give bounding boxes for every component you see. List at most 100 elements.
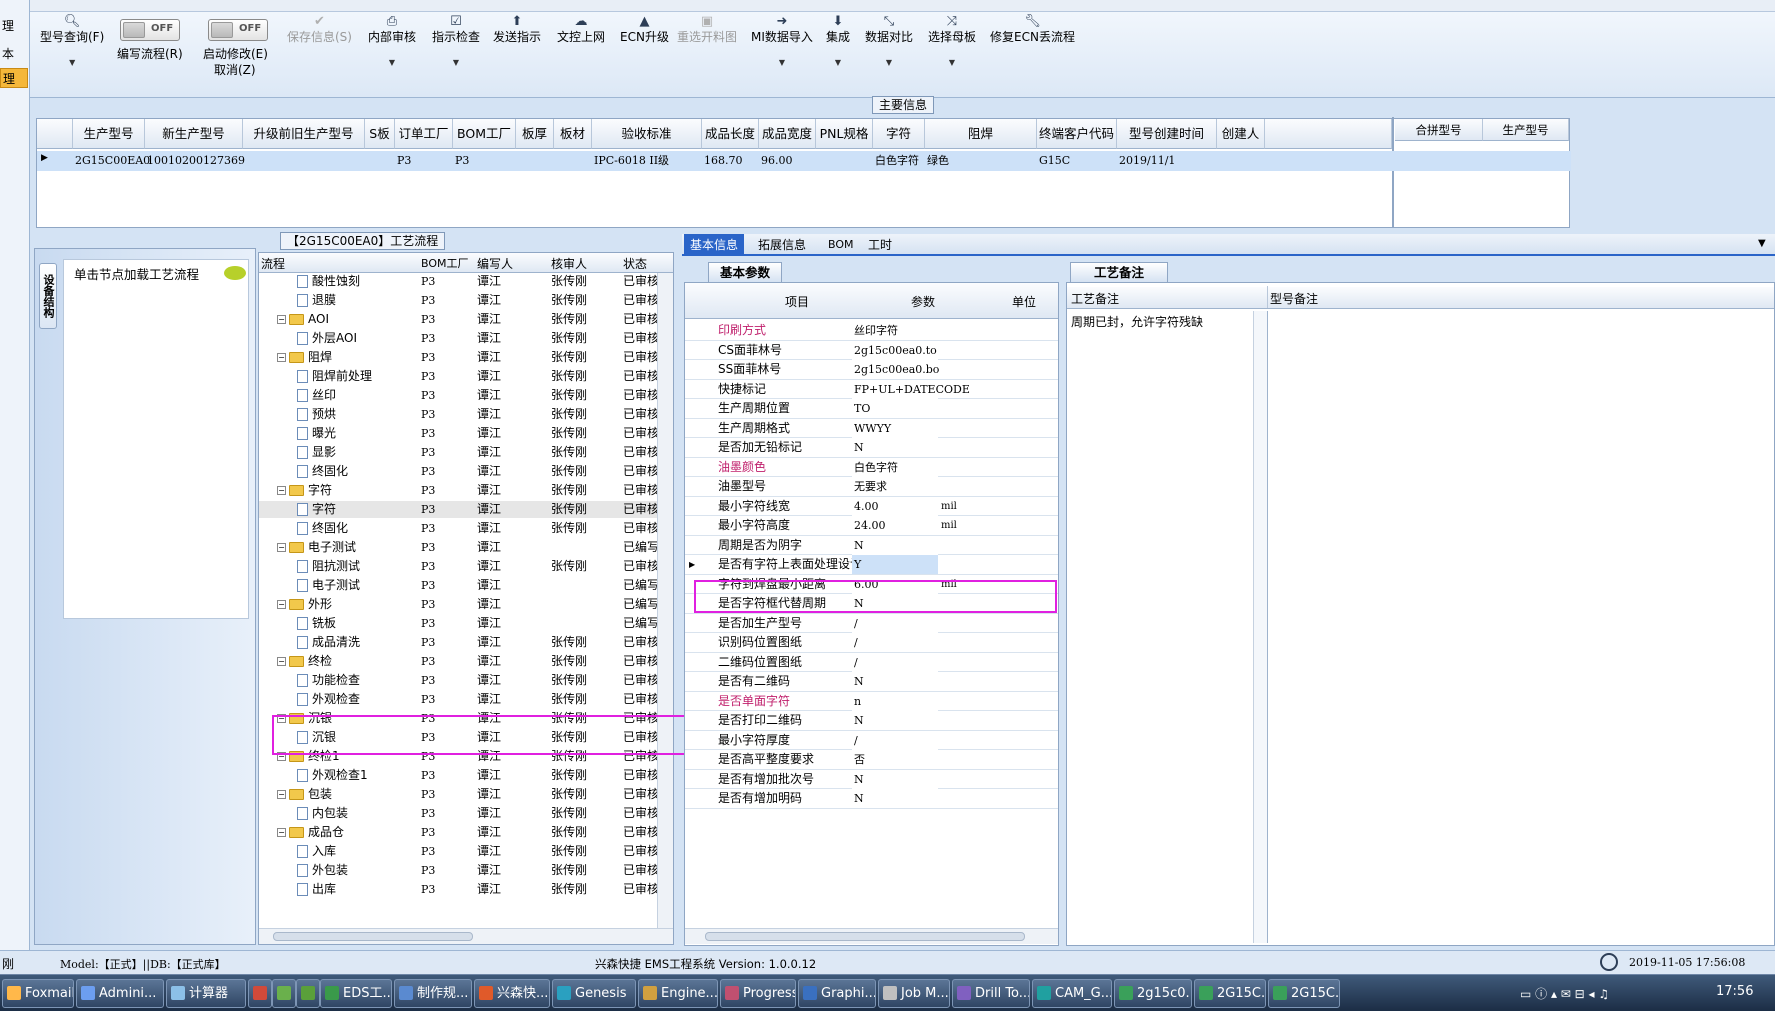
- param-value[interactable]: 否: [852, 750, 938, 769]
- grid-splitter[interactable]: [1392, 117, 1394, 227]
- param-row[interactable]: 是否单面字符 n: [685, 691, 1058, 711]
- tray-icons[interactable]: ▭ ⓘ ▴ ✉ ⊟ ◂ ♫: [1520, 985, 1670, 1001]
- left-strip-item[interactable]: 本: [0, 44, 28, 64]
- main-info-cell[interactable]: P3: [397, 152, 451, 170]
- taskbar-item[interactable]: [272, 979, 296, 1008]
- reselect-drawing-button[interactable]: ▣ 重选开料图: [677, 14, 737, 45]
- main-info-cell[interactable]: IPC-6018 II级: [594, 152, 700, 170]
- mi-import-button[interactable]: ➜ MI数据导入 ▼: [751, 14, 813, 70]
- main-info-cell[interactable]: 10010200127369: [147, 152, 245, 170]
- main-info-column[interactable]: 生产型号: [73, 119, 145, 149]
- row-selector[interactable]: ▶: [685, 555, 715, 574]
- process-row[interactable]: 电子测试 P3 谭江 已编写: [259, 577, 657, 594]
- param-row[interactable]: 油墨型号 无要求: [685, 477, 1058, 497]
- main-info-column[interactable]: 升级前旧生产型号: [243, 119, 365, 149]
- main-info-column[interactable]: 板材: [554, 119, 592, 149]
- process-row[interactable]: 曝光 P3 谭江 张传刚 已审核: [259, 425, 657, 442]
- taskbar-item[interactable]: Engine...: [638, 979, 718, 1008]
- process-row[interactable]: − 成品仓 P3 谭江 张传刚 已审核: [259, 824, 657, 841]
- taskbar-item[interactable]: 2g15c0...: [1114, 979, 1192, 1008]
- param-value[interactable]: N: [852, 789, 938, 808]
- process-row[interactable]: 出库 P3 谭江 张传刚 已审核: [259, 881, 657, 898]
- main-info-column[interactable]: BOM工厂: [453, 119, 516, 149]
- param-value[interactable]: N: [852, 672, 938, 691]
- tab-hours[interactable]: 工时: [862, 234, 898, 256]
- process-row[interactable]: 酸性蚀刻 P3 谭江 张传刚 已审核: [259, 273, 657, 290]
- taskbar-item[interactable]: 计算器: [166, 979, 246, 1008]
- taskbar-item[interactable]: 制作规...: [394, 979, 472, 1008]
- cancel-button[interactable]: 取消(Z): [214, 63, 256, 78]
- process-row[interactable]: − 阻焊 P3 谭江 张传刚 已审核: [259, 349, 657, 366]
- left-strip-item[interactable]: 理: [0, 16, 28, 36]
- left-strip-item-active[interactable]: 理: [0, 68, 28, 88]
- param-row[interactable]: 是否有二维码 N: [685, 672, 1058, 692]
- chevron-down-icon[interactable]: ▼: [1758, 238, 1766, 249]
- param-value[interactable]: /: [852, 652, 938, 672]
- taskbar-item[interactable]: 兴森快...: [474, 979, 550, 1008]
- remark-scrollbar[interactable]: [1253, 311, 1267, 943]
- taskbar-item[interactable]: Drill To...: [952, 979, 1030, 1008]
- doc-online-button[interactable]: ☁ 文控上网: [557, 14, 605, 45]
- main-info-column[interactable]: 成品宽度: [759, 119, 816, 149]
- param-value[interactable]: N: [852, 711, 938, 730]
- taskbar-item[interactable]: Genesis: [552, 979, 636, 1008]
- param-value[interactable]: 2g15c00ea0.bo: [852, 360, 939, 379]
- fix-ecn-button[interactable]: 🔧︎ 修复ECN丢流程: [990, 14, 1075, 45]
- main-info-cell[interactable]: P3: [455, 152, 514, 170]
- equipment-structure-tab[interactable]: 设备结构: [39, 263, 57, 329]
- main-info-column[interactable]: 字符: [873, 119, 925, 149]
- main-info-cell[interactable]: 96.00: [761, 152, 814, 170]
- model-remark-area[interactable]: [1267, 311, 1774, 943]
- param-row[interactable]: SS面菲林号 2g15c00ea0.bo: [685, 360, 1058, 380]
- main-info-column[interactable]: 新生产型号: [145, 119, 243, 149]
- tab-extended-info[interactable]: 拓展信息: [752, 234, 812, 256]
- taskbar-item[interactable]: [296, 979, 320, 1008]
- param-value[interactable]: /: [852, 613, 938, 633]
- horizontal-scrollbar[interactable]: [259, 928, 673, 944]
- process-row[interactable]: 成品清洗 P3 谭江 张传刚 已审核: [259, 634, 657, 651]
- process-row[interactable]: 外层AOI P3 谭江 张传刚 已审核: [259, 330, 657, 347]
- taskbar-item[interactable]: Progress: [720, 979, 796, 1008]
- main-info-column[interactable]: 成品长度: [702, 119, 759, 149]
- param-row[interactable]: 是否加生产型号 /: [685, 613, 1058, 633]
- data-compare-button[interactable]: ⤡ 数据对比 ▼: [865, 14, 913, 70]
- process-row[interactable]: − 外形 P3 谭江 已编写: [259, 596, 657, 613]
- param-row[interactable]: 最小字符厚度 /: [685, 730, 1058, 750]
- taskbar-item[interactable]: Foxmail: [2, 979, 74, 1008]
- process-row[interactable]: 丝印 P3 谭江 张传刚 已审核: [259, 387, 657, 404]
- taskbar-item[interactable]: CAM_G...: [1032, 979, 1112, 1008]
- process-row[interactable]: 外包装 P3 谭江 张传刚 已审核: [259, 862, 657, 879]
- main-info-column[interactable]: 验收标准: [592, 119, 702, 149]
- main-info-column[interactable]: 板厚: [516, 119, 554, 149]
- taskbar-item[interactable]: Admini...: [76, 979, 164, 1008]
- taskbar-item[interactable]: Graphi...: [798, 979, 876, 1008]
- collapse-icon[interactable]: −: [277, 486, 286, 495]
- param-row[interactable]: 最小字符线宽 4.00 mil: [685, 496, 1058, 516]
- main-info-cell[interactable]: 白色字符: [875, 152, 923, 170]
- process-row[interactable]: − 电子测试 P3 谭江 已编写: [259, 539, 657, 556]
- param-value[interactable]: FP+UL+DATECODE: [852, 379, 970, 399]
- internal-review-button[interactable]: ⎙ 内部审核 ▼: [368, 14, 416, 70]
- query-button[interactable]: 🔍︎ 型号查询(F) ▼: [40, 14, 104, 70]
- param-value[interactable]: /: [852, 730, 938, 750]
- ecn-upgrade-button[interactable]: ▲ ECN升级: [620, 14, 669, 45]
- param-value[interactable]: N: [852, 535, 938, 555]
- merge-column[interactable]: 合拼型号: [1395, 119, 1483, 141]
- param-value[interactable]: N: [852, 769, 938, 789]
- main-info-column[interactable]: PNL规格: [816, 119, 873, 149]
- edit-flow-toggle[interactable]: OFF: [120, 19, 180, 41]
- process-row[interactable]: − 包装 P3 谭江 张传刚 已审核: [259, 786, 657, 803]
- send-indicator-button[interactable]: ⬆ 发送指示: [493, 14, 541, 45]
- scroll-thumb[interactable]: [705, 932, 1025, 941]
- process-row[interactable]: 终固化 P3 谭江 张传刚 已审核: [259, 520, 657, 537]
- integrate-button[interactable]: ⬇ 集成 ▼: [826, 14, 850, 70]
- process-row[interactable]: 阻抗测试 P3 谭江 张传刚 已审核: [259, 558, 657, 575]
- taskbar-item[interactable]: EDS工...: [320, 979, 392, 1008]
- param-value[interactable]: 无要求: [852, 477, 938, 496]
- main-info-column[interactable]: 终端客户代码: [1037, 119, 1117, 149]
- scroll-thumb[interactable]: [273, 932, 473, 941]
- param-value[interactable]: n: [852, 691, 938, 711]
- taskbar-item[interactable]: 2G15C...: [1194, 979, 1266, 1008]
- param-row[interactable]: 是否高平整度要求 否: [685, 750, 1058, 770]
- collapse-icon[interactable]: −: [277, 790, 286, 799]
